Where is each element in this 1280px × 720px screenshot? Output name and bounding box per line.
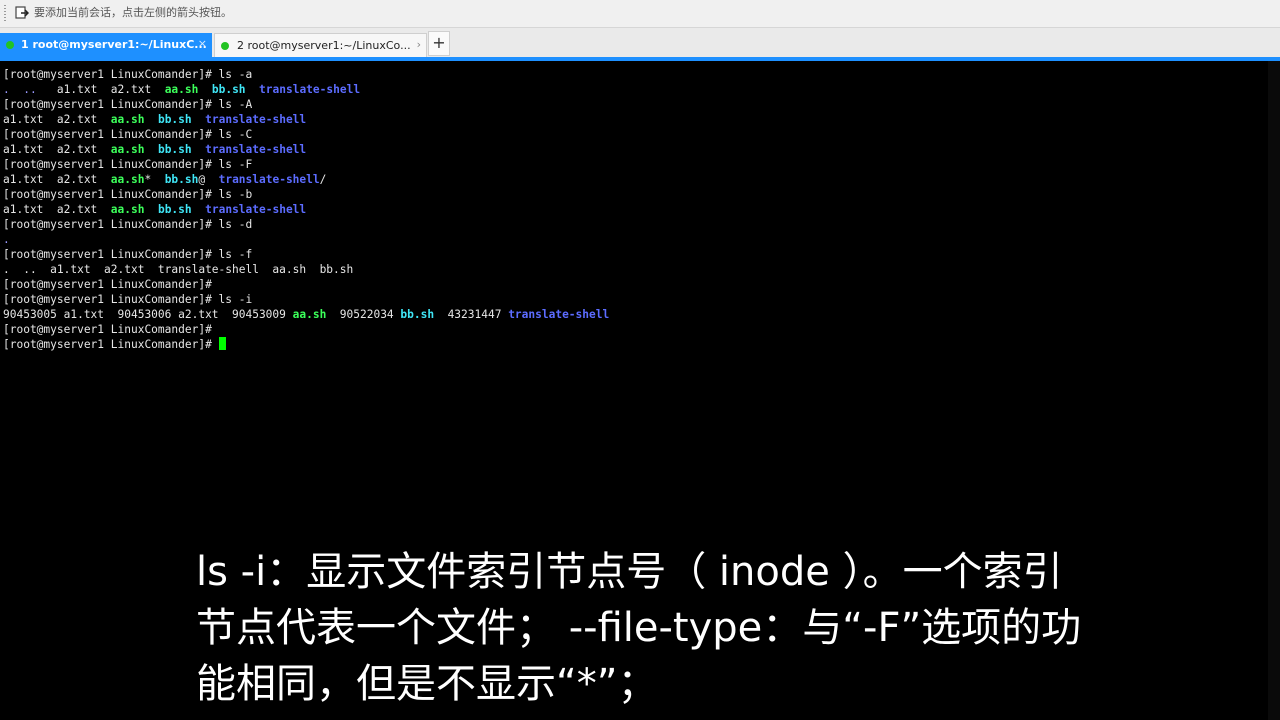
terminal-text: *	[144, 173, 165, 186]
terminal-line: [root@myserver1 LinuxComander]# ls -F	[3, 157, 609, 172]
terminal-cursor	[218, 337, 226, 350]
terminal-text: [root@myserver1 LinuxComander]#	[3, 338, 219, 351]
file-entry: bb.sh	[157, 143, 192, 156]
terminal-line: [root@myserver1 LinuxComander]# ls -f	[3, 247, 609, 262]
file-entry: aa.sh	[164, 83, 199, 96]
terminal-line: a1.txt a2.txt aa.sh* bb.sh@ translate-sh…	[3, 172, 609, 187]
toolbar-grip[interactable]	[4, 5, 6, 23]
file-entry: translate-shell	[259, 83, 361, 96]
tab-session-2[interactable]: 2 root@myserver1:~/LinuxCo... ›	[214, 33, 427, 57]
subtitle-line: 能相同，但是不显示“*”；	[196, 661, 658, 707]
terminal-text: [root@myserver1 LinuxComander]# ls -f	[3, 248, 253, 261]
session-hint-text: 要添加当前会话，点击左侧的箭头按钮。	[34, 6, 232, 19]
file-entry: .	[3, 233, 10, 246]
file-entry: bb.sh	[157, 203, 192, 216]
terminal-line: [root@myserver1 LinuxComander]# ls -b	[3, 187, 609, 202]
subtitle-line: ls -i：显示文件索引节点号（ inode ）。一个索引	[196, 549, 1063, 595]
terminal-text: a1.txt a2.txt	[3, 143, 111, 156]
terminal-text: [root@myserver1 LinuxComander]# ls -b	[3, 188, 253, 201]
terminal-text: [root@myserver1 LinuxComander]#	[3, 323, 212, 336]
file-entry: aa.sh	[292, 308, 327, 321]
connected-status-icon	[221, 42, 229, 50]
terminal-line: a1.txt a2.txt aa.sh bb.sh translate-shel…	[3, 202, 609, 217]
terminal-text: [root@myserver1 LinuxComander]# ls -F	[3, 158, 253, 171]
tab-label: 2 root@myserver1:~/LinuxCo...	[237, 39, 411, 52]
terminal-text: 90522034	[326, 308, 401, 321]
terminal-text: [root@myserver1 LinuxComander]# ls -A	[3, 98, 253, 111]
terminal-line: [root@myserver1 LinuxComander]#	[3, 322, 609, 337]
connected-status-icon	[6, 41, 14, 49]
terminal-text: [root@myserver1 LinuxComander]# ls -i	[3, 293, 253, 306]
terminal-text: [root@myserver1 LinuxComander]# ls -a	[3, 68, 253, 81]
terminal-line: [root@myserver1 LinuxComander]#	[3, 337, 609, 352]
tab-scroll-icon[interactable]: ›	[417, 38, 421, 52]
file-entry: aa.sh	[110, 113, 145, 126]
file-entry: aa.sh	[110, 203, 145, 216]
terminal-line: a1.txt a2.txt aa.sh bb.sh translate-shel…	[3, 142, 609, 157]
file-entry: bb.sh	[164, 173, 199, 186]
file-entry: ..	[16, 83, 44, 96]
video-subtitle: ls -i：显示文件索引节点号（ inode ）。一个索引 节点代表一个文件； …	[196, 544, 1096, 712]
terminal-line: . .. a1.txt a2.txt aa.sh bb.sh translate…	[3, 82, 609, 97]
terminal-text: 90453005 a1.txt 90453006 a2.txt 90453009	[3, 308, 293, 321]
terminal-line: .	[3, 232, 609, 247]
new-tab-button[interactable]: +	[428, 31, 450, 56]
file-entry: aa.sh	[110, 143, 145, 156]
file-entry: translate-shell	[508, 308, 610, 321]
terminal-text: [root@myserver1 LinuxComander]# ls -d	[3, 218, 253, 231]
terminal-text: @	[198, 173, 219, 186]
terminal-line: [root@myserver1 LinuxComander]# ls -A	[3, 97, 609, 112]
terminal-line: [root@myserver1 LinuxComander]# ls -a	[3, 67, 609, 82]
file-entry: translate-shell	[205, 143, 307, 156]
terminal-line: [root@myserver1 LinuxComander]# ls -C	[3, 127, 609, 142]
file-entry: translate-shell	[218, 173, 320, 186]
terminal-line: a1.txt a2.txt aa.sh bb.sh translate-shel…	[3, 112, 609, 127]
terminal-scrollbar[interactable]	[1268, 61, 1280, 720]
file-entry: .	[3, 83, 17, 96]
subtitle-line: 节点代表一个文件； --file-type：与“-F”选项的功	[196, 605, 1082, 651]
file-entry: bb.sh	[157, 113, 192, 126]
tab-label: 1 root@myserver1:~/LinuxC...	[21, 38, 207, 51]
terminal-text: a1.txt a2.txt	[43, 83, 165, 96]
terminal-text: . .. a1.txt a2.txt translate-shell aa.sh…	[3, 263, 354, 276]
session-hint-bar: 要添加当前会话，点击左侧的箭头按钮。	[0, 0, 1280, 28]
file-entry: bb.sh	[211, 83, 246, 96]
terminal-text: 43231447	[434, 308, 509, 321]
terminal-text: a1.txt a2.txt	[3, 173, 111, 186]
terminal-line: . .. a1.txt a2.txt translate-shell aa.sh…	[3, 262, 609, 277]
terminal-lines: [root@myserver1 LinuxComander]# ls -a. .…	[3, 67, 609, 352]
file-entry: translate-shell	[205, 203, 307, 216]
add-session-icon[interactable]	[15, 6, 29, 20]
file-entry: bb.sh	[400, 308, 435, 321]
terminal-line: [root@myserver1 LinuxComander]# ls -d	[3, 217, 609, 232]
file-entry: translate-shell	[205, 113, 307, 126]
terminal-text: [root@myserver1 LinuxComander]# ls -C	[3, 128, 253, 141]
terminal-line: [root@myserver1 LinuxComander]#	[3, 277, 609, 292]
terminal-line: 90453005 a1.txt 90453006 a2.txt 90453009…	[3, 307, 609, 322]
file-entry: aa.sh	[110, 173, 145, 186]
terminal-text: [root@myserver1 LinuxComander]#	[3, 278, 212, 291]
terminal-text: a1.txt a2.txt	[3, 203, 111, 216]
tab-session-1[interactable]: 1 root@myserver1:~/LinuxC... ×	[0, 33, 212, 57]
terminal-text: a1.txt a2.txt	[3, 113, 111, 126]
close-tab-icon[interactable]: ×	[198, 37, 207, 51]
terminal-line: [root@myserver1 LinuxComander]# ls -i	[3, 292, 609, 307]
terminal-text: /	[319, 173, 327, 186]
